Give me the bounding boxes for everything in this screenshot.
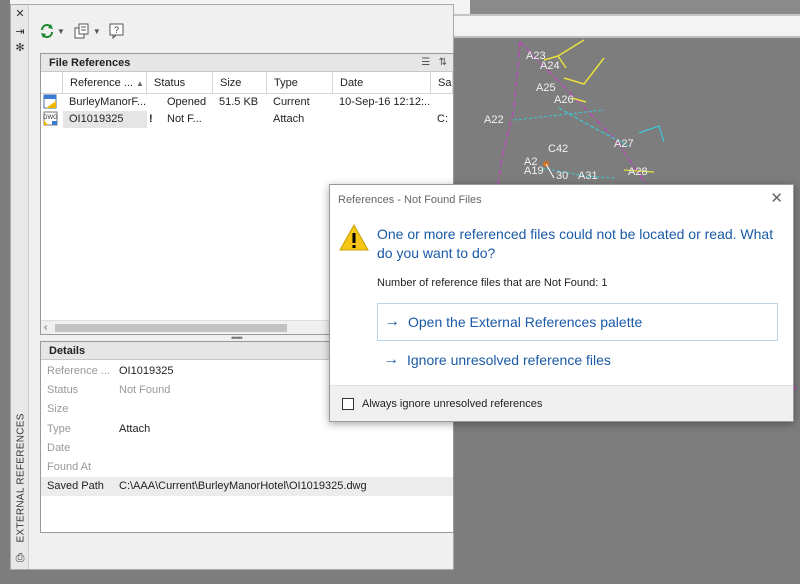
not-found-count: Number of reference files that are Not F… [377, 277, 608, 289]
close-icon[interactable]: ✕ [770, 190, 783, 208]
reference-type: Attach [273, 113, 305, 125]
help-button[interactable]: ? [109, 21, 125, 41]
open-xref-palette-button[interactable]: → Open the External References palette [377, 303, 778, 341]
refresh-button[interactable]: ▼ [39, 21, 65, 41]
cad-label-a26: A26 [554, 94, 574, 106]
properties-icon[interactable]: ✻ [13, 41, 27, 55]
chevron-down-icon: ▼ [92, 26, 101, 36]
help-icon: ? [109, 23, 124, 39]
change-path-icon [74, 23, 89, 39]
drawing-divider [454, 14, 800, 16]
file-references-title: File References [49, 57, 131, 69]
palette-toolbar: ▼ ▼ ? [39, 19, 125, 43]
reference-date [333, 111, 431, 128]
column-header-type[interactable]: Type [267, 72, 333, 93]
detail-row-found-at: Found At [47, 460, 92, 473]
cad-label-30: 30 [556, 170, 569, 182]
detail-row-date: Date [47, 441, 71, 454]
cad-label-a22: A22 [484, 114, 504, 126]
reference-saved-path: C: [437, 113, 448, 125]
reference-date: 10-Sep-16 12:12:... [339, 96, 431, 108]
column-header-saved-path[interactable]: Sa [431, 72, 453, 93]
dialog-footer: Always ignore unresolved references [330, 385, 793, 421]
chevron-down-icon: ▼ [57, 26, 65, 36]
file-references-header: File References ☰ ⇅ [41, 54, 453, 72]
column-icon [41, 72, 63, 93]
dwg-file-icon: DWG [41, 111, 63, 128]
cad-label-a19: A19 [524, 165, 544, 177]
dialog-title: References - Not Found Files [338, 194, 482, 206]
file-references-column-headers: Reference ... ▲ Status Size Type Date Sa [41, 72, 453, 94]
tree-view-icon[interactable]: ⇅ [439, 57, 447, 68]
reference-size [213, 111, 267, 128]
always-ignore-label[interactable]: Always ignore unresolved references [362, 398, 542, 410]
column-header-date[interactable]: Date [333, 72, 431, 93]
reference-status: ! Not F... [147, 111, 213, 128]
change-path-button[interactable]: ▼ [73, 21, 101, 41]
svg-text:DWG: DWG [43, 115, 58, 121]
palette-title-strip: ✕ ⇥ ✻ EXTERNAL REFERENCES ⎙ [11, 5, 29, 569]
cad-label-a31: A31 [578, 170, 598, 182]
drawing-file-icon [41, 94, 63, 111]
close-palette-icon[interactable]: ✕ [13, 7, 27, 21]
not-found-flag: ! [149, 113, 153, 125]
not-found-files-dialog: References - Not Found Files ✕ One or mo… [329, 184, 794, 422]
column-header-size[interactable]: Size [213, 72, 267, 93]
table-row[interactable]: DWG OI1019325 ! Not F... Attach C: [41, 111, 453, 128]
warning-icon [339, 223, 369, 251]
svg-text:?: ? [114, 25, 119, 35]
refresh-icon [41, 24, 53, 38]
left-canvas-edge [0, 0, 10, 584]
reference-type: Current [273, 96, 310, 108]
cad-label-a27: A27 [614, 138, 634, 150]
column-header-status[interactable]: Status [147, 72, 213, 93]
detail-row-type: Type Attach [47, 422, 151, 435]
table-row[interactable]: BurleyManorF... Opened 51.5 KB Current 1… [41, 94, 453, 111]
palette-title: EXTERNAL REFERENCES [15, 413, 27, 543]
reference-size: 51.5 KB [219, 96, 259, 108]
cad-label-c42: C42 [548, 143, 569, 155]
column-header-reference[interactable]: Reference ... ▲ [63, 72, 147, 93]
list-view-icon[interactable]: ☰ [421, 57, 430, 68]
sort-ascending-icon: ▲ [136, 79, 144, 88]
reference-name: BurleyManorF... [69, 96, 147, 108]
arrow-right-icon: → [384, 313, 400, 330]
arrow-right-icon: → [383, 351, 399, 368]
cad-label-a24: A24 [540, 60, 560, 72]
cad-label-a28: A28 [628, 166, 648, 178]
scrollbar-thumb[interactable] [55, 324, 287, 332]
palette-menu-icon[interactable]: ⎙ [13, 551, 27, 565]
autohide-icon[interactable]: ⇥ [13, 25, 27, 39]
cad-label-a25: A25 [536, 82, 556, 94]
detail-row-saved-path: Saved Path C:\AAA\Current\BurleyManorHot… [41, 477, 453, 497]
ignore-unresolved-button[interactable]: → Ignore unresolved reference files [377, 341, 778, 379]
dialog-main-instruction: One or more referenced files could not b… [377, 226, 774, 261]
drawing-tab-strip [470, 0, 800, 14]
reference-name: OI1019325 [63, 111, 147, 128]
reference-saved-path [431, 94, 453, 111]
always-ignore-checkbox[interactable] [342, 397, 354, 410]
reference-status: Opened [167, 96, 207, 108]
scroll-left-icon[interactable]: ‹ [44, 321, 47, 335]
